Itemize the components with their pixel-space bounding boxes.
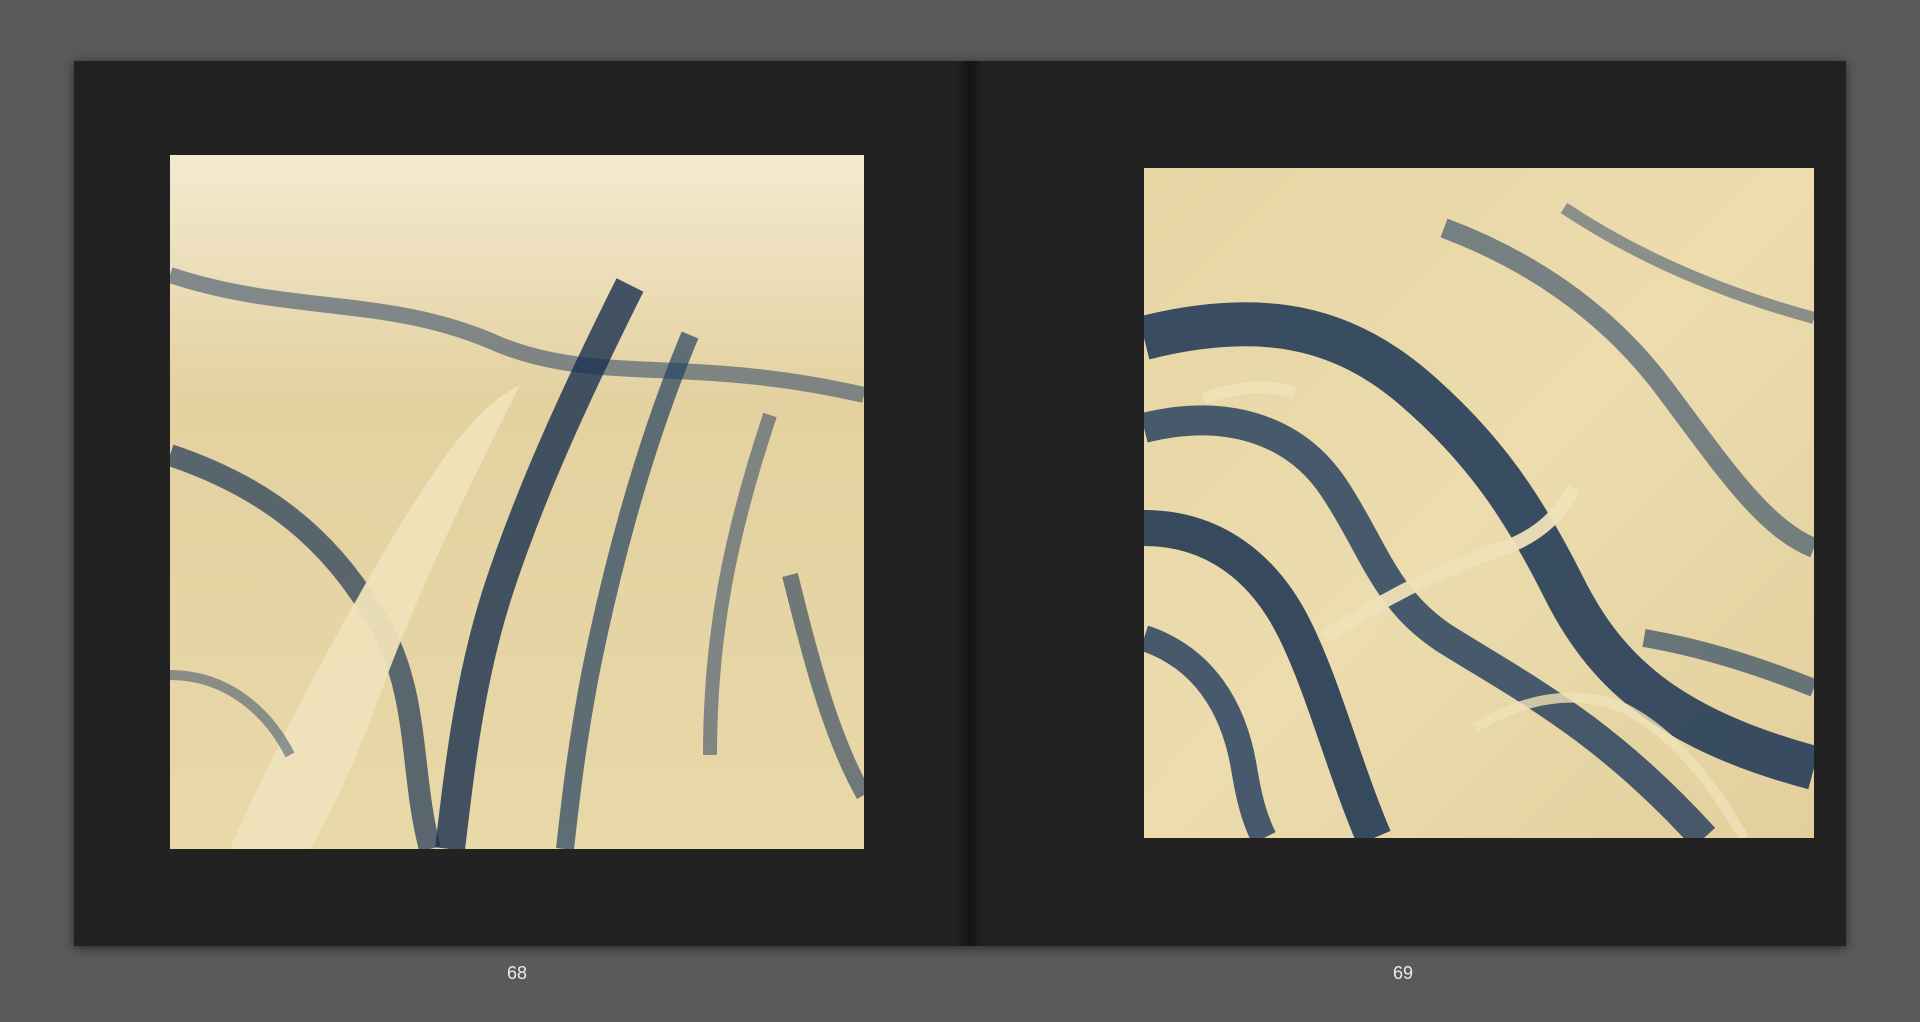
aerial-landscape-photo-right[interactable]	[1144, 168, 1814, 838]
book-spine	[956, 61, 984, 946]
aerial-landscape-photo-icon	[170, 155, 864, 849]
page-number-right: 69	[1392, 963, 1414, 983]
book-spread	[74, 61, 1846, 946]
aerial-landscape-photo-left[interactable]	[170, 155, 864, 849]
right-page[interactable]	[970, 61, 1846, 946]
aerial-landscape-photo-icon	[1144, 168, 1814, 838]
book-viewer: 68 69	[0, 0, 1920, 1022]
left-page[interactable]	[74, 61, 970, 946]
page-number-left: 68	[506, 963, 528, 983]
